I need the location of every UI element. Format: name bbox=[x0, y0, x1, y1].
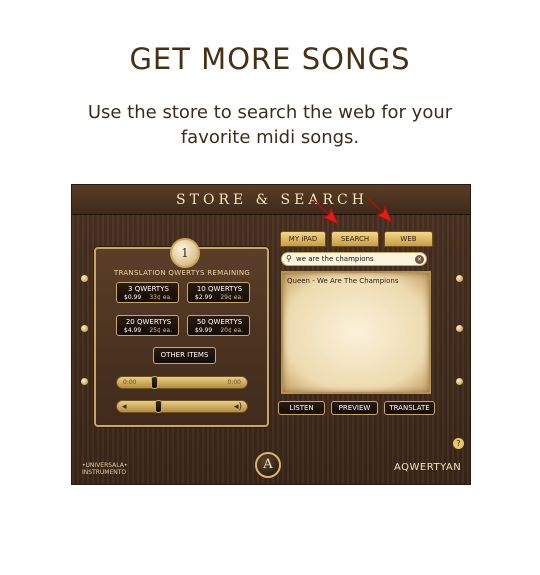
listen-button[interactable]: LISTEN bbox=[278, 401, 325, 415]
pack-unit-price: 33¢ ea. bbox=[149, 294, 172, 301]
list-item[interactable]: Queen - We Are The Champions bbox=[287, 277, 399, 285]
pack-unit-price: 29¢ ea. bbox=[220, 294, 243, 301]
search-results-list: Queen - We Are The Champions bbox=[281, 271, 431, 394]
pack-name: 10 QWERTYS bbox=[196, 285, 243, 293]
search-icon: ⚲ bbox=[286, 254, 292, 263]
app-logo: A bbox=[255, 452, 281, 478]
volume-knob[interactable] bbox=[155, 400, 162, 413]
clear-search-icon[interactable]: × bbox=[415, 255, 424, 264]
brand-line: •UNIVERSALA• bbox=[82, 462, 128, 469]
window-title: STORE & SEARCH bbox=[176, 192, 368, 208]
store-and-search-window: STORE & SEARCH 1 TRANSLATION QWERTYS REM… bbox=[71, 184, 471, 485]
qwertys-count-badge: 1 bbox=[170, 238, 200, 268]
subtitle: Use the store to search the web for your… bbox=[87, 102, 453, 148]
pack-10-qwertys-button[interactable]: 10 QWERTYS $2.99 29¢ ea. bbox=[187, 282, 250, 303]
search-field[interactable]: ⚲ we are the champions × bbox=[281, 252, 427, 266]
rivet-icon bbox=[456, 325, 463, 332]
pack-name: 50 QWERTYS bbox=[196, 318, 243, 326]
pack-price: $4.99 bbox=[124, 327, 142, 334]
pack-price: $0.99 bbox=[124, 294, 142, 301]
rivet-icon bbox=[456, 275, 463, 282]
translate-button[interactable]: TRANSLATE bbox=[384, 401, 435, 415]
volume-low-icon: ◂ bbox=[122, 402, 127, 412]
rivet-icon bbox=[456, 378, 463, 385]
other-items-button[interactable]: OTHER ITEMS bbox=[153, 347, 216, 364]
rivet-icon bbox=[81, 378, 88, 385]
playback-slider[interactable]: 0:00 0:00 bbox=[116, 376, 248, 389]
pack-3-qwertys-button[interactable]: 3 QWERTYS $0.99 33¢ ea. bbox=[116, 282, 179, 303]
pack-price: $2.99 bbox=[195, 294, 213, 301]
rivet-icon bbox=[81, 325, 88, 332]
pack-20-qwertys-button[interactable]: 20 QWERTYS $4.99 25¢ ea. bbox=[116, 315, 179, 336]
pack-unit-price: 20¢ ea. bbox=[220, 327, 243, 334]
help-icon[interactable]: ? bbox=[453, 438, 464, 449]
qwertys-remaining-label: TRANSLATION QWERTYS REMAINING bbox=[113, 269, 251, 277]
pack-unit-price: 25¢ ea. bbox=[149, 327, 172, 334]
pack-name: 3 QWERTYS bbox=[128, 285, 169, 293]
volume-high-icon: ◂) bbox=[233, 402, 242, 412]
pack-name: 20 QWERTYS bbox=[125, 318, 172, 326]
pack-50-qwertys-button[interactable]: 50 QWERTYS $9.99 20¢ ea. bbox=[187, 315, 250, 336]
volume-slider[interactable]: ◂ ◂) bbox=[116, 400, 248, 413]
playback-knob[interactable] bbox=[150, 376, 158, 389]
tab-web[interactable]: WEB bbox=[384, 231, 433, 247]
brand-line: INSTRUMENTO bbox=[82, 469, 127, 476]
rivet-icon bbox=[81, 275, 88, 282]
tab-search[interactable]: SEARCH bbox=[331, 231, 379, 247]
playback-start-time: 0:00 bbox=[123, 379, 137, 386]
preview-button[interactable]: PREVIEW bbox=[331, 401, 378, 415]
arrow-pointing-web-tab-icon bbox=[367, 197, 394, 224]
search-query-text: we are the champions bbox=[296, 255, 374, 263]
arrow-pointing-search-tab-icon bbox=[313, 199, 340, 226]
tab-my-ipad[interactable]: MY iPAD bbox=[280, 231, 326, 247]
brand-left: •UNIVERSALA• INSTRUMENTO bbox=[82, 462, 127, 476]
playback-end-time: 0:00 bbox=[227, 379, 241, 386]
headline: GET MORE SONGS bbox=[129, 42, 411, 76]
brand-right: AQWERTYAN bbox=[394, 462, 462, 473]
pack-price: $9.99 bbox=[195, 327, 213, 334]
